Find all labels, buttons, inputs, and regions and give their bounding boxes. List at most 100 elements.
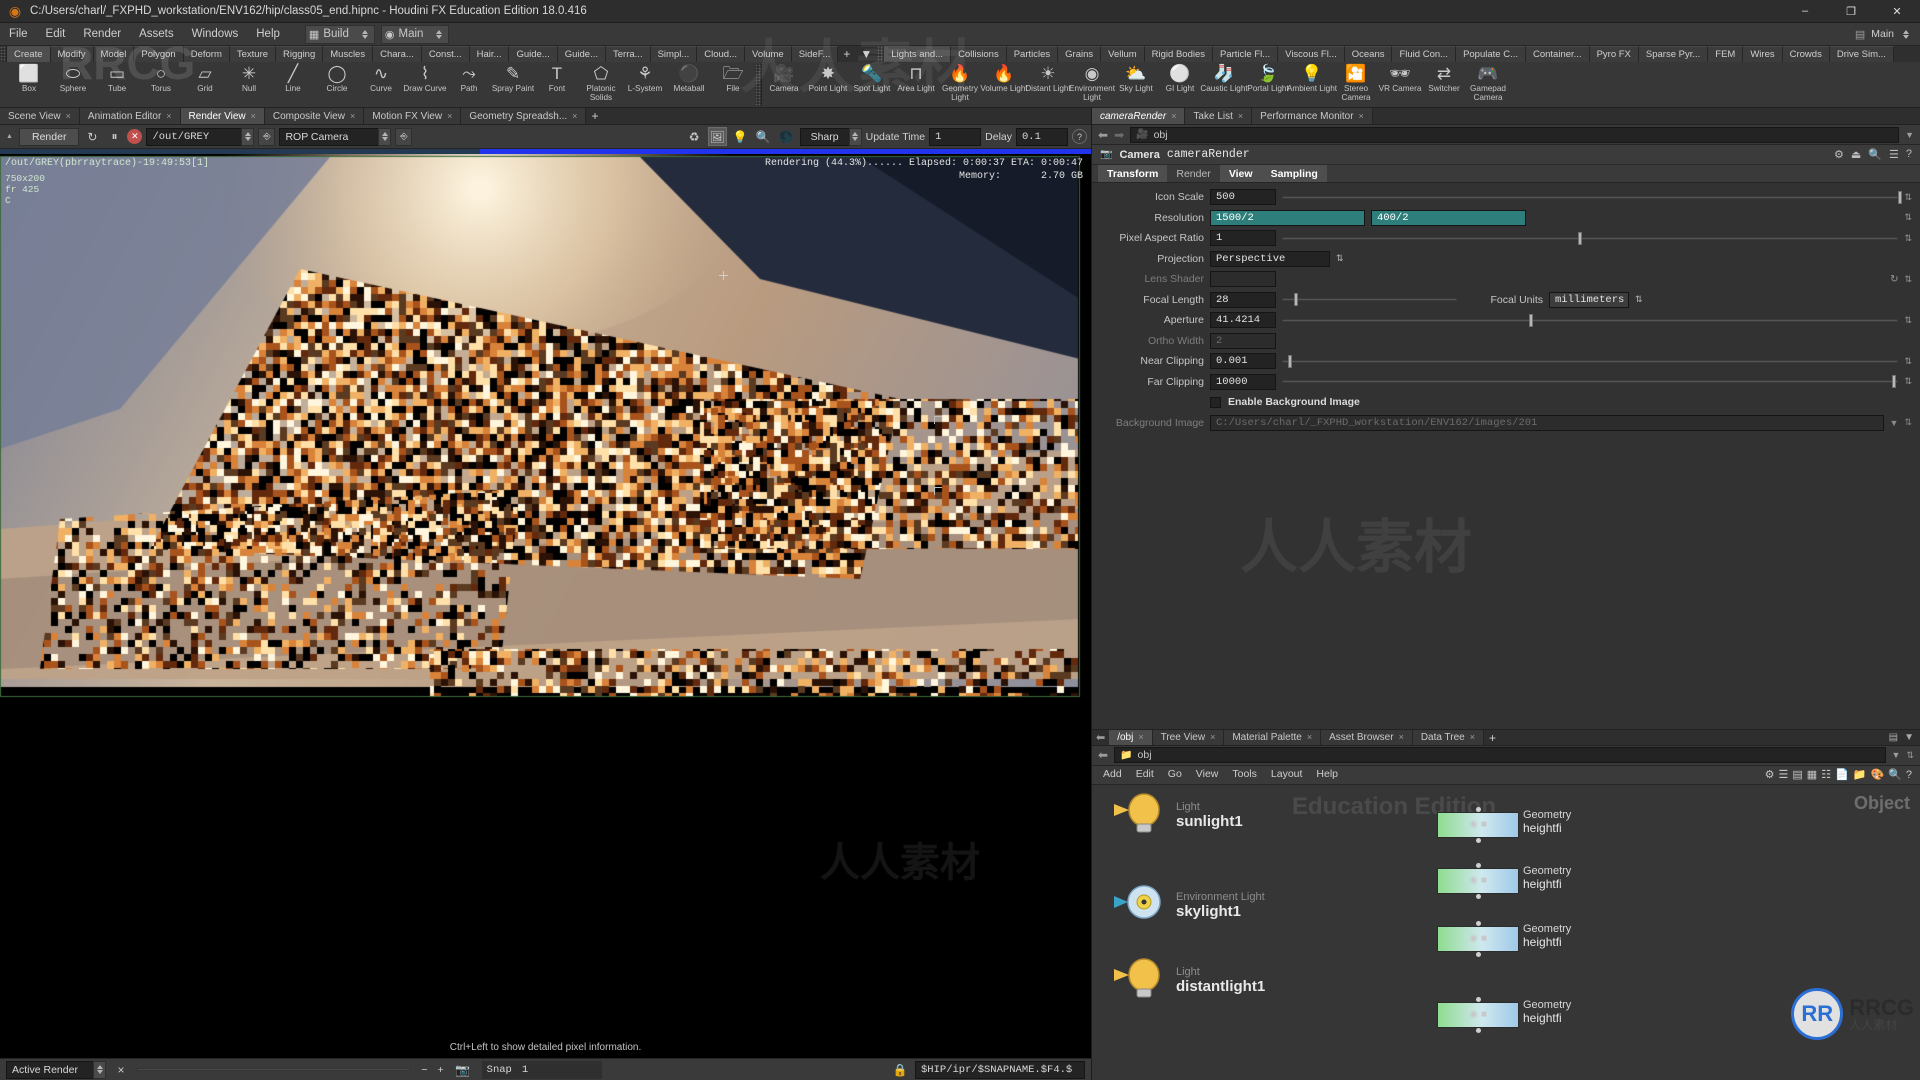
net-back-arrow-icon[interactable]: ⬅: [1092, 730, 1109, 745]
net-search-icon[interactable]: 🔍: [1888, 768, 1902, 781]
net-menu-layout[interactable]: Layout: [1264, 765, 1310, 784]
shelf-item-environment-light[interactable]: ◉ Environment Light: [1070, 64, 1114, 102]
shelf-tab-16[interactable]: Volume: [745, 46, 792, 62]
toolbar-scroll-up[interactable]: ▲: [4, 125, 15, 149]
shelf-tab-6[interactable]: Particle Fl...: [1213, 46, 1278, 62]
shelf-tab-7[interactable]: Viscous Fl...: [1278, 46, 1345, 62]
param-projection-value[interactable]: Perspective: [1210, 251, 1330, 267]
geo-node-flag-icon-2[interactable]: ◉: [1469, 933, 1478, 944]
shelf-item-area-light[interactable]: ⊓ Area Light: [894, 64, 938, 102]
param-icon-scale-slider[interactable]: [1282, 189, 1898, 205]
param-aperture-spinner[interactable]: ⇅: [1904, 315, 1912, 326]
help-icon[interactable]: ?: [1072, 129, 1087, 144]
shelf-tab-0[interactable]: Lights and...: [884, 46, 951, 62]
menu-file[interactable]: File: [0, 23, 37, 46]
shelf-tab-8[interactable]: Chara...: [373, 46, 422, 62]
param-tab-view[interactable]: View: [1220, 165, 1262, 182]
tab-close-icon[interactable]: ×: [1359, 111, 1364, 121]
render-button[interactable]: Render: [19, 128, 79, 146]
pane-tab-tree-view[interactable]: Tree View ×: [1153, 730, 1225, 745]
shelf-grip-mid[interactable]: [877, 46, 884, 62]
net-menu-tools[interactable]: Tools: [1225, 765, 1264, 784]
shelf-tab-15[interactable]: Wires: [1743, 46, 1782, 62]
geo-node-flag-icon-1[interactable]: ◉: [1469, 875, 1478, 886]
rop-path-combo[interactable]: /out/GREY: [146, 128, 254, 146]
shelf-item-torus[interactable]: ○ Torus: [139, 64, 183, 102]
shelf-tab-5[interactable]: Rigid Bodies: [1145, 46, 1213, 62]
param-pixel-aspect-ratio-value[interactable]: 1: [1210, 230, 1276, 246]
param-aperture-value[interactable]: 41.4214: [1210, 312, 1276, 328]
net-menu-help[interactable]: Help: [1309, 765, 1345, 784]
camera-combo[interactable]: ROP Camera: [279, 128, 391, 146]
pane-add-tab-button[interactable]: +: [586, 108, 603, 124]
shelf-tab-15[interactable]: Cloud...: [697, 46, 745, 62]
net-icon-2[interactable]: ☰: [1779, 768, 1789, 781]
tab-close-icon[interactable]: ×: [166, 111, 171, 121]
param-focal-length-slider[interactable]: [1282, 292, 1457, 308]
zoom-slider-track[interactable]: [136, 1068, 411, 1071]
image-icon[interactable]: 🖼: [708, 127, 727, 146]
bg-dropdown-icon[interactable]: ▼: [1890, 418, 1899, 428]
active-render-combo[interactable]: Active Render: [6, 1061, 106, 1079]
shelf-item-point-light[interactable]: ✸ Point Light: [806, 64, 850, 102]
main-panel-spinner[interactable]: [1900, 30, 1912, 39]
geo-node-render-icon-3[interactable]: ■: [1481, 1009, 1487, 1020]
net-icon-6[interactable]: 📄: [1835, 768, 1849, 781]
param-resolution-spinner[interactable]: ⇅: [1904, 212, 1912, 223]
menu-windows[interactable]: Windows: [183, 23, 248, 46]
shelf-item-vr-camera[interactable]: 🕶 VR Camera: [1378, 64, 1422, 102]
zoom-out-button[interactable]: −: [421, 1064, 427, 1076]
net-icon-5[interactable]: ☷: [1821, 768, 1831, 781]
pane-tab-data-tree[interactable]: Data Tree ×: [1413, 730, 1484, 745]
shelf-tab-17[interactable]: SideF...: [792, 46, 839, 62]
param-far-clipping-slider[interactable]: [1282, 374, 1898, 390]
pane-tab-animation-editor[interactable]: Animation Editor ×: [80, 108, 181, 124]
menu-help[interactable]: Help: [247, 23, 289, 46]
build-selector[interactable]: ▦ Build: [305, 25, 375, 44]
param-icon-scale-spinner[interactable]: ⇅: [1904, 192, 1912, 203]
param-projection-dropdown-icon[interactable]: ⇅: [1336, 253, 1344, 264]
snap-value[interactable]: 1: [522, 1064, 528, 1076]
param-near-clipping-slider[interactable]: [1282, 353, 1898, 369]
param-lens-shader-value[interactable]: [1210, 271, 1276, 287]
zoom-icon[interactable]: 🔍: [754, 127, 773, 146]
param-path-field[interactable]: 🎥 obj: [1130, 127, 1899, 143]
net-path-back-icon[interactable]: ⬅: [1098, 748, 1108, 762]
render-image-canvas[interactable]: /out/GREY(pbrraytrace)-19:49:53[1] 750x2…: [0, 149, 1091, 1058]
tab-close-icon[interactable]: ×: [447, 111, 452, 121]
tab-close-icon[interactable]: ×: [1238, 111, 1243, 121]
param-pixel-aspect-ratio-spinner[interactable]: ⇅: [1904, 233, 1912, 244]
geo-node-body-1[interactable]: ◉ ■: [1437, 868, 1519, 894]
param-pixel-aspect-ratio-slider[interactable]: [1282, 230, 1898, 246]
active-render-spinner[interactable]: [93, 1061, 106, 1079]
geo-node-0[interactable]: ◉ ■ Geometry heightfi: [1437, 807, 1519, 843]
node-distantlight1[interactable]: Light distantlight1: [1110, 955, 1265, 1007]
pane-tab-scene-view[interactable]: Scene View ×: [0, 108, 80, 124]
shelf-item-line[interactable]: ╱ Line: [271, 64, 315, 102]
shelf-item-spot-light[interactable]: 🔦 Spot Light: [850, 64, 894, 102]
shelf-item-path[interactable]: ⤳ Path: [447, 64, 491, 102]
shelf-tab-12[interactable]: Guide...: [558, 46, 606, 62]
shelf-item-curve[interactable]: ∿ Curve: [359, 64, 403, 102]
tab-close-icon[interactable]: ×: [1138, 732, 1143, 742]
shelf-tab-3[interactable]: Grains: [1058, 46, 1101, 62]
param-lens-shader-spinner[interactable]: ⇅: [1904, 274, 1912, 285]
filter-combo[interactable]: Sharp: [800, 128, 862, 146]
shelf-item-l-system[interactable]: ⚘ L-System: [623, 64, 667, 102]
param-resolution-value2[interactable]: 400/2: [1371, 210, 1526, 226]
shelf-tab-1[interactable]: Collisions: [951, 46, 1007, 62]
menu-render[interactable]: Render: [74, 23, 130, 46]
net-path-spinner-icon[interactable]: ⇅: [1906, 750, 1914, 761]
shelf-item-draw-curve[interactable]: ⌇ Draw Curve: [403, 64, 447, 102]
pane-tab-performance-monitor[interactable]: Performance Monitor ×: [1252, 108, 1373, 124]
param-focal-units-dropdown-icon[interactable]: ⇅: [1635, 294, 1643, 305]
tab-close-icon[interactable]: ×: [66, 111, 71, 121]
param-ortho-width-value[interactable]: 2: [1210, 333, 1276, 349]
filter-field[interactable]: Sharp: [800, 128, 849, 146]
rop-path-field[interactable]: /out/GREY: [146, 128, 241, 146]
net-icon-7[interactable]: 📁: [1853, 768, 1867, 781]
shelf-tab-10[interactable]: Hair...: [470, 46, 510, 62]
tab-close-icon[interactable]: ×: [350, 111, 355, 121]
pane-tab--obj[interactable]: /obj ×: [1109, 730, 1152, 745]
tab-close-icon[interactable]: ×: [251, 111, 256, 121]
